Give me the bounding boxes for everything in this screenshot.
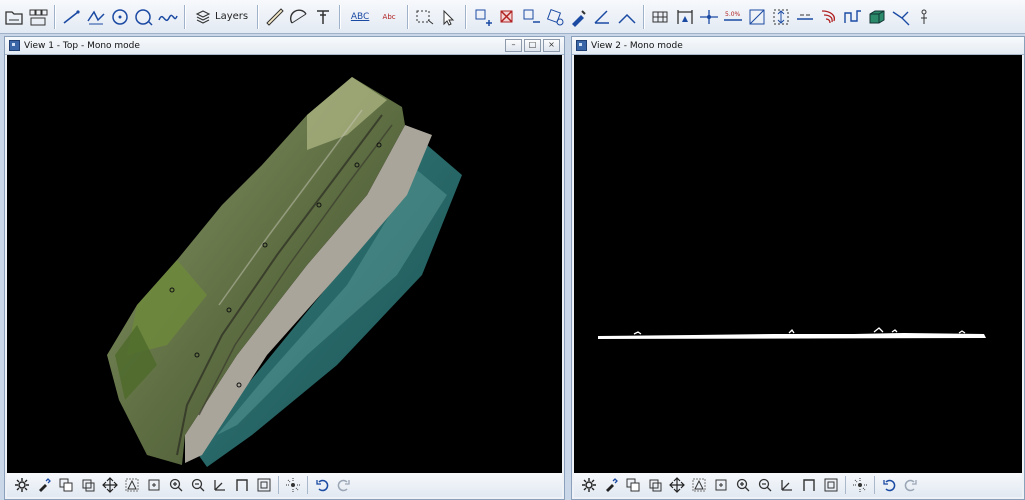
- axis-icon[interactable]: [776, 475, 798, 495]
- circle-point-tool-icon[interactable]: [133, 4, 155, 30]
- zoom-in-icon[interactable]: [732, 475, 754, 495]
- brush-icon[interactable]: [33, 475, 55, 495]
- pan-icon[interactable]: [666, 475, 688, 495]
- rotate-point-icon[interactable]: [544, 4, 566, 30]
- svg-text:5.0%: 5.0%: [725, 11, 741, 18]
- close-button[interactable]: ×: [543, 39, 560, 52]
- curve-tool-icon[interactable]: [157, 4, 179, 30]
- line-tool-icon[interactable]: [61, 4, 83, 30]
- abc-label: ABC: [350, 11, 370, 22]
- fit-icon[interactable]: [253, 475, 275, 495]
- select-window-icon[interactable]: [414, 4, 436, 30]
- solid-icon[interactable]: [866, 4, 888, 30]
- zoom-out-icon[interactable]: [754, 475, 776, 495]
- circle-tool-icon[interactable]: [109, 4, 131, 30]
- dropper-icon[interactable]: [568, 4, 590, 30]
- zoom-in-icon[interactable]: [165, 475, 187, 495]
- text-curve-tool-button[interactable]: Abc: [376, 4, 402, 30]
- contour-icon[interactable]: [818, 4, 840, 30]
- view-1-canvas[interactable]: [7, 55, 562, 473]
- zoom-out-icon[interactable]: [187, 475, 209, 495]
- vertical-distance-icon[interactable]: [770, 4, 792, 30]
- zoom-window-icon[interactable]: [710, 475, 732, 495]
- section-tool-icon[interactable]: [674, 4, 696, 30]
- explode-icon[interactable]: [849, 475, 871, 495]
- view-window-icon: [576, 40, 587, 51]
- point-label-icon[interactable]: [914, 4, 936, 30]
- view-2-canvas[interactable]: [574, 55, 1022, 473]
- copy-icon[interactable]: [55, 475, 77, 495]
- axis-icon[interactable]: [209, 475, 231, 495]
- main-toolbar: Layers ABC Abc 5.0%: [0, 0, 1025, 34]
- delete-point-icon[interactable]: [496, 4, 518, 30]
- zoom-extents-icon[interactable]: [688, 475, 710, 495]
- view-2-window: View 2 - Mono mode: [571, 36, 1025, 500]
- view-2-toolbar: [574, 473, 1022, 497]
- profile-icon[interactable]: [231, 475, 253, 495]
- undo-view-icon[interactable]: [311, 475, 333, 495]
- layers-icon: [195, 9, 211, 24]
- view-2-title-bar[interactable]: View 2 - Mono mode: [572, 37, 1024, 55]
- layers-button[interactable]: Layers: [191, 4, 252, 30]
- angle-tool-icon[interactable]: [592, 4, 614, 30]
- explode-icon[interactable]: [282, 475, 304, 495]
- grid-tool-icon[interactable]: [650, 4, 672, 30]
- branch-line-icon[interactable]: [890, 4, 912, 30]
- copy-icon[interactable]: [622, 475, 644, 495]
- gear-icon[interactable]: [11, 475, 33, 495]
- zoom-window-icon[interactable]: [143, 475, 165, 495]
- view-2-title: View 2 - Mono mode: [591, 40, 683, 51]
- cross-section-icon[interactable]: [698, 4, 720, 30]
- profile-icon[interactable]: [798, 475, 820, 495]
- view-1-title: View 1 - Top - Mono mode: [24, 40, 140, 51]
- maximize-button[interactable]: □: [524, 39, 541, 52]
- view-window-icon: [9, 40, 20, 51]
- view-1-window: View 1 - Top - Mono mode – □ ×: [4, 36, 565, 500]
- fit-icon[interactable]: [820, 475, 842, 495]
- pan-icon[interactable]: [99, 475, 121, 495]
- elevation-marker-icon[interactable]: [312, 4, 334, 30]
- redo-view-icon[interactable]: [333, 475, 355, 495]
- layers-label: Layers: [215, 11, 249, 22]
- paste-icon[interactable]: [644, 475, 666, 495]
- ruler-icon[interactable]: [264, 4, 286, 30]
- open-file-icon[interactable]: [3, 4, 25, 30]
- diagonal-box-icon[interactable]: [746, 4, 768, 30]
- view-1-toolbar: [7, 473, 562, 497]
- minimize-button[interactable]: –: [505, 39, 522, 52]
- bisector-icon[interactable]: [616, 4, 638, 30]
- gear-icon[interactable]: [578, 475, 600, 495]
- brush-icon[interactable]: [600, 475, 622, 495]
- text-tool-button[interactable]: ABC: [346, 4, 374, 30]
- add-point-icon[interactable]: [472, 4, 494, 30]
- view-1-title-bar[interactable]: View 1 - Top - Mono mode – □ ×: [5, 37, 564, 55]
- undo-view-icon[interactable]: [878, 475, 900, 495]
- horizontal-distance-icon[interactable]: [794, 4, 816, 30]
- multi-file-icon[interactable]: [27, 4, 49, 30]
- point-cloud-top-view: [107, 77, 462, 467]
- zoom-extents-icon[interactable]: [121, 475, 143, 495]
- point-cloud-side-view: [598, 327, 986, 339]
- paste-icon[interactable]: [77, 475, 99, 495]
- slope-label-icon[interactable]: 5.0%: [722, 4, 744, 30]
- polyline-tool-icon[interactable]: [85, 4, 107, 30]
- abc-small-label: Abc: [382, 12, 396, 21]
- breakline-icon[interactable]: [842, 4, 864, 30]
- protractor-icon[interactable]: [288, 4, 310, 30]
- redo-view-icon[interactable]: [900, 475, 922, 495]
- move-point-icon[interactable]: [520, 4, 542, 30]
- select-pointer-icon[interactable]: [438, 4, 460, 30]
